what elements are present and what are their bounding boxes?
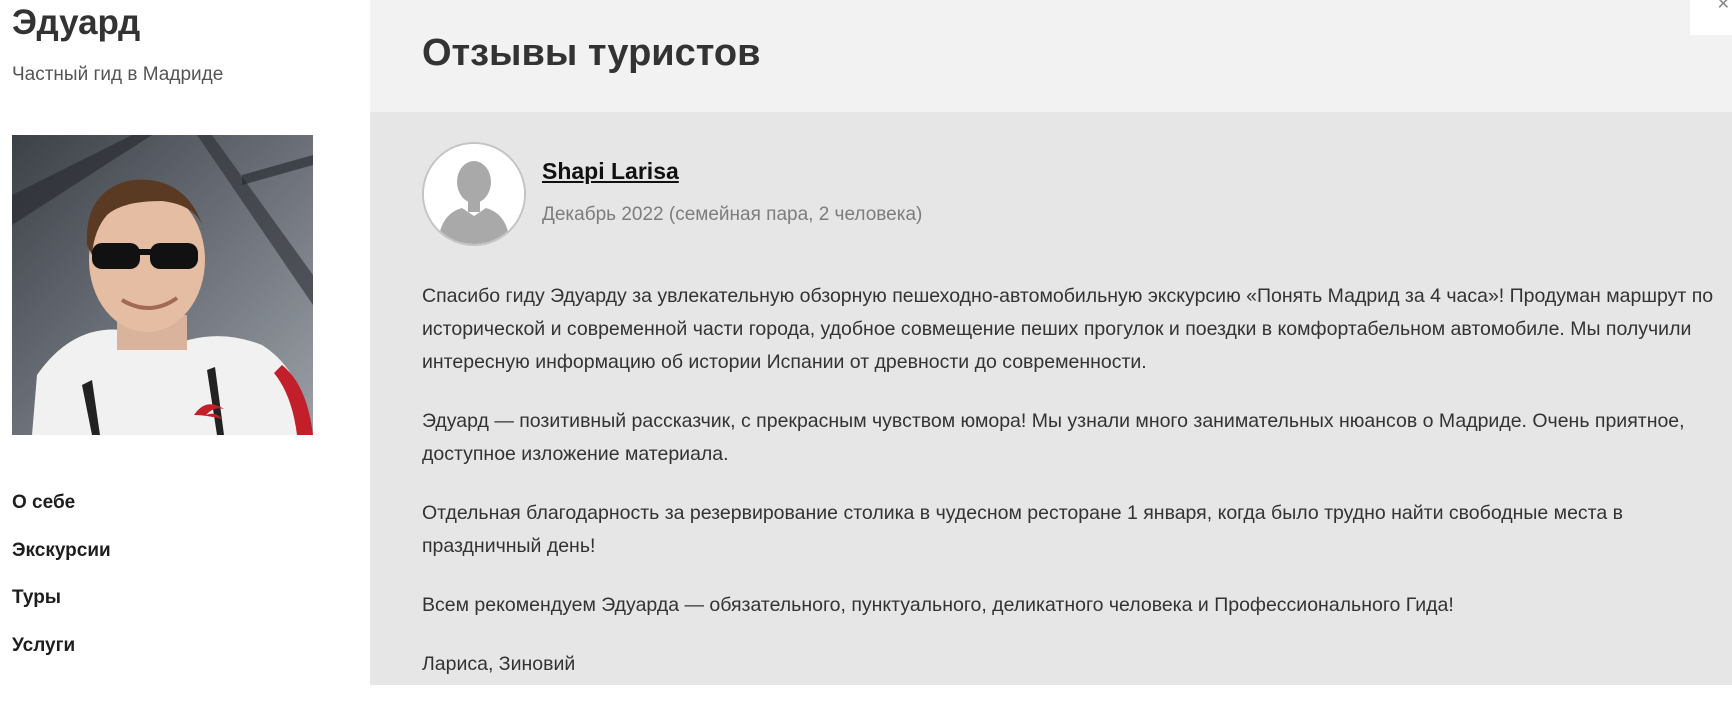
main-header: Отзывы туристов ✕ (370, 0, 1732, 112)
sidebar-nav: О себе Экскурсии Туры Услуги (12, 490, 111, 680)
corner-button[interactable]: ✕ (1690, 0, 1732, 35)
guide-subtitle: Частный гид в Мадриде (12, 64, 224, 85)
close-icon: ✕ (1716, 0, 1730, 13)
nav-item-tours[interactable]: Туры (12, 585, 111, 633)
review-paragraph: Отдельная благодарность за резервировани… (422, 502, 1623, 557)
nav-item-excursions[interactable]: Экскурсии (12, 538, 111, 586)
review-signature: Лариса, Зиновий (422, 653, 576, 675)
review-meta: Декабрь 2022 (семейная пара, 2 человека) (542, 204, 923, 225)
nav-item-services[interactable]: Услуги (12, 633, 111, 681)
guide-photo (12, 135, 313, 435)
review-paragraph: Всем рекомендуем Эдуарда — обязательного… (422, 594, 1454, 616)
guide-photo-illustration (12, 135, 313, 435)
user-silhouette-icon (424, 144, 524, 244)
page-title: Отзывы туристов (422, 32, 761, 74)
sidebar: Эдуард Частный гид в Мадриде О себе Экск… (0, 0, 370, 685)
review-body: Спасибо гиду Эдуарду за увлекательную об… (422, 280, 1722, 707)
review-paragraph: Эдуард — позитивный рассказчик, с прекра… (422, 410, 1685, 465)
reviewer-avatar (422, 142, 526, 246)
review-paragraph: Спасибо гиду Эдуарду за увлекательную об… (422, 285, 1714, 373)
nav-item-about[interactable]: О себе (12, 490, 111, 538)
guide-name: Эдуард (12, 3, 141, 42)
main-content: Отзывы туристов ✕ Shapi Larisa Декабрь 2… (370, 0, 1732, 685)
reviewer-name-link[interactable]: Shapi Larisa (542, 158, 679, 185)
